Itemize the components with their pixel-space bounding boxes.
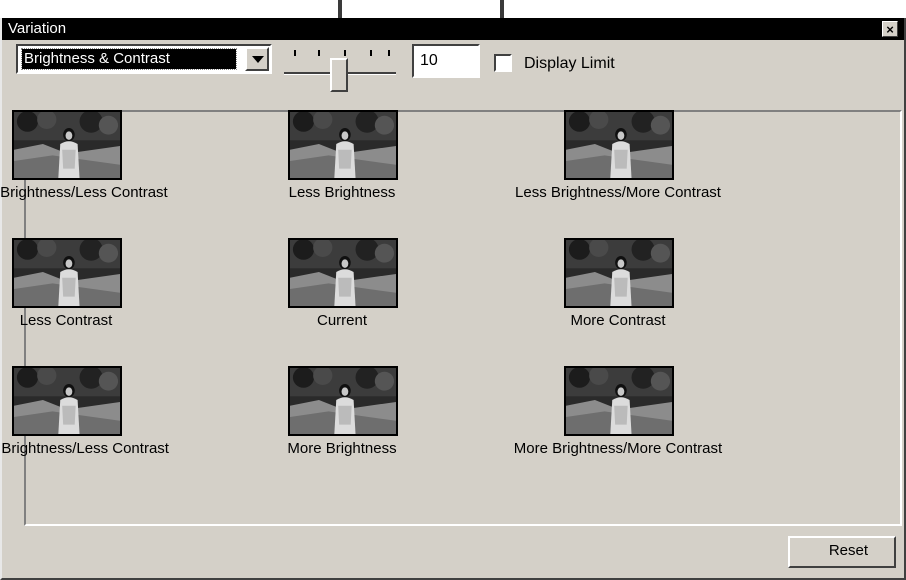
mode-dropdown[interactable]: Brightness & Contrast — [16, 44, 272, 74]
variation-label: Current — [316, 312, 368, 329]
variation-thumbnail[interactable] — [288, 110, 398, 180]
variation-cell[interactable]: Less Brightness/More Contrast — [478, 110, 758, 220]
variation-thumbnail[interactable] — [564, 110, 674, 180]
title-bar[interactable]: Variation × — [2, 18, 904, 40]
chevron-down-icon[interactable] — [245, 47, 269, 71]
slider-tick — [344, 50, 346, 56]
display-limit-checkbox[interactable] — [494, 54, 512, 72]
slider-tick — [294, 50, 296, 56]
variation-cell[interactable]: Less Brightness/Less Contrast — [0, 110, 206, 220]
variation-label: Less Brightness — [288, 184, 396, 201]
slider-tick — [318, 50, 320, 56]
variation-label: Less Brightness/More Contrast — [515, 184, 721, 201]
variation-cell[interactable]: More Brightness/More Contrast — [478, 366, 758, 476]
variation-cell[interactable]: More Contrast — [478, 238, 758, 348]
variation-thumbnail[interactable] — [564, 238, 674, 308]
variation-cell[interactable]: Current — [202, 238, 482, 348]
variation-label: More Brightness/More Contrast — [513, 440, 723, 457]
variations-panel: Less Brightness/Less Contrast Less Bright… — [0, 110, 902, 526]
variation-thumbnail[interactable] — [12, 110, 122, 180]
variation-thumbnail[interactable] — [12, 366, 122, 436]
mode-selected-value: Brightness & Contrast — [21, 48, 237, 70]
variation-thumbnail[interactable] — [12, 238, 122, 308]
variation-cell[interactable]: More Brightness/Less Contrast — [0, 366, 206, 476]
variation-cell[interactable]: Less Contrast — [0, 238, 206, 348]
variation-thumbnail[interactable] — [288, 238, 398, 308]
reset-button[interactable]: Reset — [788, 536, 896, 568]
variation-thumbnail[interactable] — [564, 366, 674, 436]
variation-cell[interactable]: More Brightness — [202, 366, 482, 476]
amount-slider[interactable] — [284, 44, 398, 92]
slider-thumb[interactable] — [330, 58, 348, 92]
close-icon[interactable]: × — [882, 21, 898, 37]
variation-label: More Contrast — [570, 312, 666, 329]
slider-tick — [370, 50, 372, 56]
variation-cell[interactable]: Less Brightness — [202, 110, 482, 220]
window-title: Variation — [8, 20, 67, 37]
display-limit-label: Display Limit — [524, 55, 615, 72]
variation-label: More Brightness — [287, 440, 397, 457]
amount-input[interactable]: 10 — [412, 44, 480, 78]
variation-thumbnail[interactable] — [288, 366, 398, 436]
slider-tick — [388, 50, 390, 56]
